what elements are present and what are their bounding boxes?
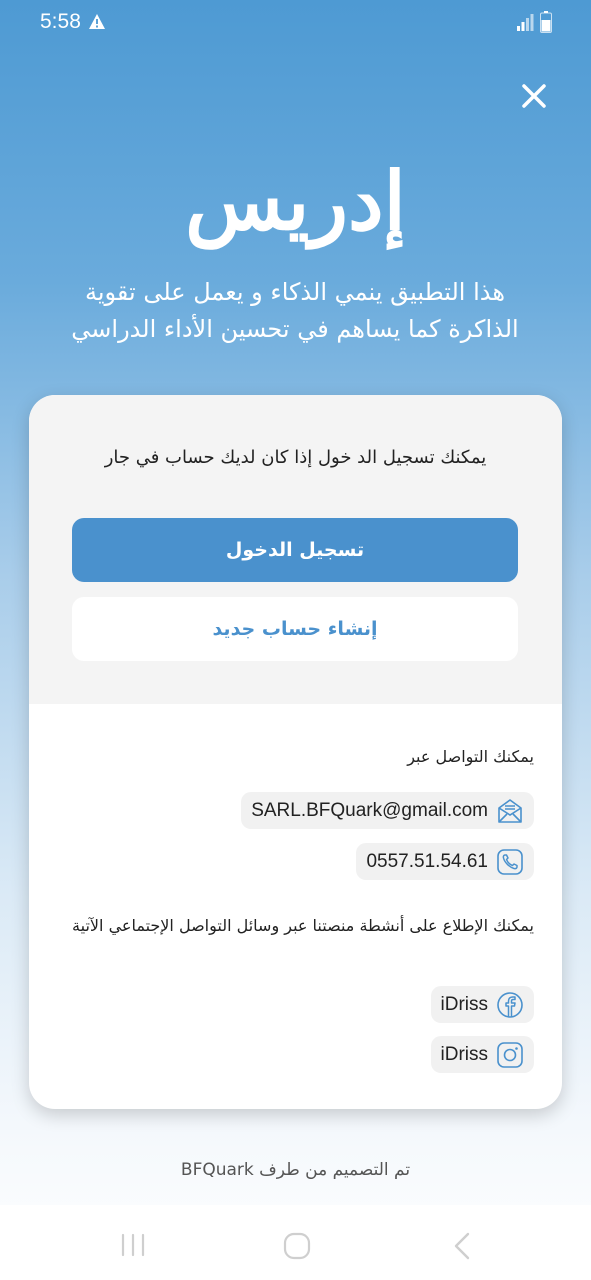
- facebook-icon: [497, 991, 523, 1018]
- phone-icon: [497, 848, 523, 875]
- auth-section: يمكنك تسجيل الد خول إذا كان لديك حساب في…: [29, 395, 562, 704]
- signal-icon: [517, 14, 534, 31]
- instagram-text: iDriss: [440, 1043, 489, 1065]
- login-prompt: يمكنك تسجيل الد خول إذا كان لديك حساب في…: [104, 447, 487, 468]
- login-button[interactable]: تسجيل الدخول: [72, 518, 518, 582]
- status-time: 5:58: [40, 10, 81, 33]
- phone-text: 0557.51.54.61: [366, 850, 488, 872]
- navigation-bar: [0, 1205, 591, 1280]
- back-icon[interactable]: [453, 1232, 471, 1260]
- footer-credit: تم التصميم من طرف BFQuark: [180, 1160, 411, 1180]
- email-contact[interactable]: SARL.BFQuark@gmail.com: [241, 792, 534, 829]
- warning-icon: [89, 14, 105, 29]
- battery-icon: [540, 11, 552, 33]
- facebook-text: iDriss: [440, 993, 489, 1015]
- instagram-icon: [497, 1041, 523, 1068]
- phone-contact[interactable]: 0557.51.54.61: [356, 843, 534, 880]
- register-button[interactable]: إنشاء حساب جديد: [72, 597, 518, 661]
- status-bar: 5:58: [0, 0, 591, 46]
- social-heading: يمكنك الإطلاع على أنشطة منصتنا عبر وسائل…: [72, 916, 534, 935]
- recent-apps-icon[interactable]: [120, 1233, 146, 1257]
- contact-heading: يمكنك التواصل عبر: [407, 747, 534, 766]
- facebook-link[interactable]: iDriss: [430, 986, 534, 1023]
- instagram-link[interactable]: iDriss: [430, 1036, 534, 1073]
- close-icon[interactable]: [518, 80, 550, 112]
- app-subtitle: هذا التطبيق ينمي الذكاء و يعمل على تقوية…: [71, 278, 519, 343]
- main-card: يمكنك تسجيل الد خول إذا كان لديك حساب في…: [29, 395, 562, 1109]
- mail-icon: [498, 798, 522, 823]
- email-text: SARL.BFQuark@gmail.com: [251, 799, 488, 821]
- home-icon[interactable]: [283, 1232, 311, 1260]
- app-title: إدريس: [185, 154, 406, 248]
